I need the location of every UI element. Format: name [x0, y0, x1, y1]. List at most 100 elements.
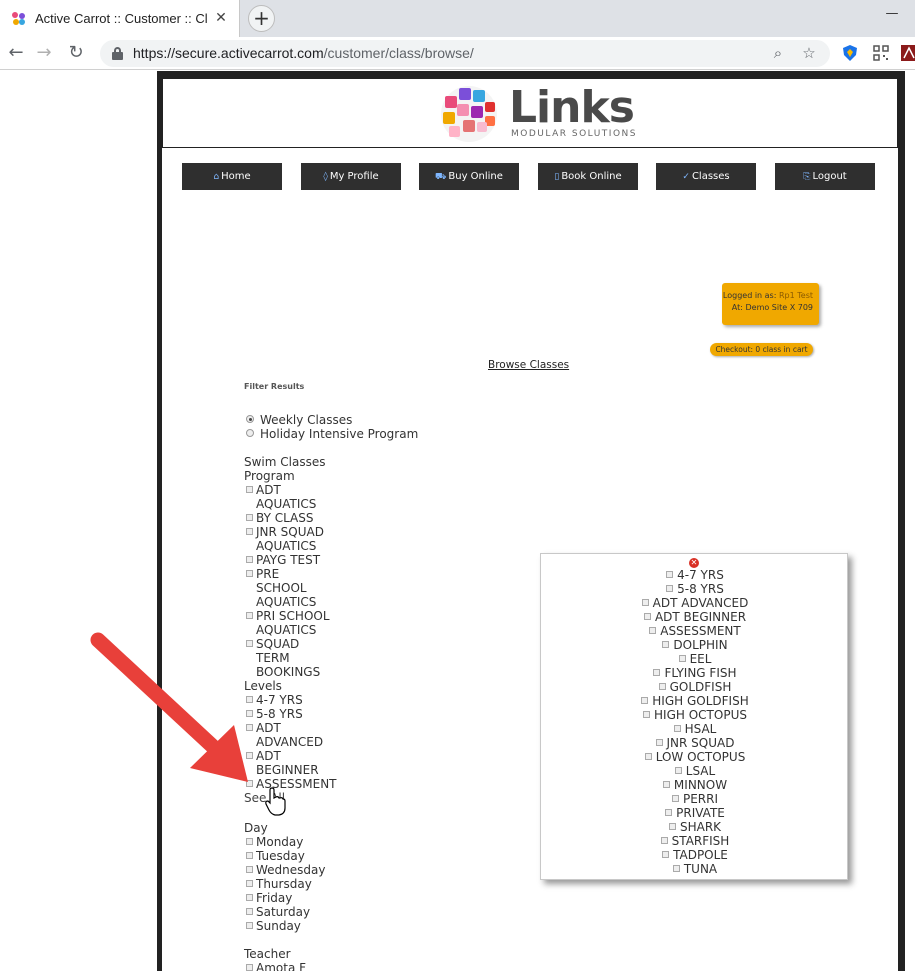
popup-level-item[interactable]: ADT BEGINNER — [541, 610, 849, 624]
level-checkbox-item[interactable]: 5-8 YRS — [244, 707, 364, 721]
popup-level-item[interactable]: 4-7 YRS — [541, 568, 849, 582]
popup-level-item[interactable]: LOW OCTOPUS — [541, 750, 849, 764]
checkbox-icon[interactable] — [674, 767, 682, 774]
popup-level-item[interactable]: EEL — [541, 652, 849, 666]
nav-my-profile-button[interactable]: ◊ My Profile — [301, 163, 401, 190]
radio-checked-icon[interactable] — [246, 415, 254, 423]
checkbox-icon[interactable] — [246, 852, 253, 859]
checkbox-icon[interactable] — [641, 697, 649, 704]
checkbox-icon[interactable] — [246, 752, 253, 759]
program-checkbox-item[interactable]: JNR SQUAD AQUATICS — [244, 525, 324, 553]
day-checkbox-item[interactable]: Monday — [244, 835, 364, 849]
popup-level-item[interactable]: HSAL — [541, 722, 849, 736]
checkbox-icon[interactable] — [662, 781, 670, 788]
close-icon[interactable]: ✕ — [689, 558, 699, 568]
popup-level-item[interactable]: PERRI — [541, 792, 849, 806]
checkbox-icon[interactable] — [246, 838, 253, 845]
popup-level-item[interactable]: DOLPHIN — [541, 638, 849, 652]
level-checkbox-item[interactable]: 4-7 YRS — [244, 693, 364, 707]
program-checkbox-item[interactable]: ADT AQUATICS — [244, 483, 324, 511]
minimize-icon[interactable]: — — [869, 0, 915, 30]
popup-level-item[interactable]: HIGH GOLDFISH — [541, 694, 849, 708]
checkbox-icon[interactable] — [246, 724, 253, 731]
pdf-extension-icon[interactable] — [900, 44, 915, 62]
checkbox-icon[interactable] — [665, 809, 673, 816]
checkbox-icon[interactable] — [673, 725, 681, 732]
checkbox-icon[interactable] — [668, 823, 676, 830]
checkbox-icon[interactable] — [246, 780, 253, 787]
checkbox-icon[interactable] — [246, 528, 253, 535]
checkbox-icon[interactable] — [246, 908, 253, 915]
checkbox-icon[interactable] — [246, 556, 253, 563]
level-checkbox-item[interactable]: ASSESSMENT — [244, 777, 364, 791]
checkbox-icon[interactable] — [246, 486, 253, 493]
program-checkbox-item[interactable]: PRE SCHOOL AQUATICS — [244, 567, 330, 609]
teacher-checkbox-item[interactable]: Amota F — [244, 961, 364, 971]
program-checkbox-item[interactable]: PRI SCHOOL AQUATICS — [244, 609, 330, 637]
back-icon[interactable]: ← — [4, 41, 28, 65]
day-checkbox-item[interactable]: Tuesday — [244, 849, 364, 863]
checkbox-icon[interactable] — [653, 669, 661, 676]
program-checkbox-item[interactable]: BY CLASS — [244, 511, 364, 525]
checkbox-icon[interactable] — [655, 739, 663, 746]
popup-level-item[interactable]: PRIVATE — [541, 806, 849, 820]
nav-classes-button[interactable]: ✓ Classes — [656, 163, 756, 190]
popup-level-item[interactable]: GOLDFISH — [541, 680, 849, 694]
popup-level-item[interactable]: ADT ADVANCED — [541, 596, 849, 610]
day-checkbox-item[interactable]: Sunday — [244, 919, 364, 933]
checkbox-icon[interactable] — [246, 880, 253, 887]
popup-level-item[interactable]: JNR SQUAD — [541, 736, 849, 750]
qr-extension-icon[interactable] — [872, 44, 890, 62]
day-checkbox-item[interactable]: Thursday — [244, 877, 364, 891]
logged-in-user-link[interactable]: Rp1 Test — [779, 291, 813, 300]
radio-holiday-intensive[interactable]: Holiday Intensive Program — [246, 427, 418, 441]
checkbox-icon[interactable] — [644, 753, 652, 760]
program-checkbox-item[interactable]: PAYG TEST — [244, 553, 364, 567]
nav-logout-button[interactable]: ⎘ Logout — [775, 163, 875, 190]
checkbox-icon[interactable] — [649, 627, 657, 634]
checkbox-icon[interactable] — [671, 795, 679, 802]
radio-weekly-classes[interactable]: Weekly Classes — [246, 413, 352, 427]
checkbox-icon[interactable] — [246, 640, 253, 647]
checkbox-icon[interactable] — [678, 655, 686, 662]
radio-unchecked-icon[interactable] — [246, 429, 254, 437]
day-checkbox-item[interactable]: Wednesday — [244, 863, 364, 877]
popup-level-item[interactable]: STARFISH — [541, 834, 849, 848]
checkbox-icon[interactable] — [246, 514, 253, 521]
nav-book-online-button[interactable]: ▯ Book Online — [538, 163, 638, 190]
popup-level-item[interactable]: 5-8 YRS — [541, 582, 849, 596]
nav-buy-online-button[interactable]: ⛟ Buy Online — [419, 163, 519, 190]
new-tab-button[interactable]: + — [248, 5, 275, 32]
program-checkbox-item[interactable]: SQUAD TERM BOOKINGS — [244, 637, 320, 679]
checkbox-icon[interactable] — [246, 964, 253, 971]
checkbox-icon[interactable] — [246, 866, 253, 873]
popup-level-item[interactable]: TUNA — [541, 862, 849, 876]
checkbox-icon[interactable] — [660, 837, 668, 844]
nav-home-button[interactable]: ⌂ Home — [182, 163, 282, 190]
day-checkbox-item[interactable]: Saturday — [244, 905, 364, 919]
checkbox-icon[interactable] — [662, 641, 670, 648]
checkbox-icon[interactable] — [643, 613, 651, 620]
checkbox-icon[interactable] — [246, 612, 253, 619]
browser-tab[interactable]: Active Carrot :: Customer :: Class ✕ — [0, 0, 240, 37]
reload-icon[interactable]: ↻ — [64, 41, 88, 65]
popup-level-item[interactable]: FLYING FISH — [541, 666, 849, 680]
checkbox-icon[interactable] — [643, 711, 651, 718]
popup-level-item[interactable]: SHARK — [541, 820, 849, 834]
level-checkbox-item[interactable]: ADT BEGINNER — [244, 749, 324, 777]
checkbox-icon[interactable] — [672, 865, 680, 872]
popup-level-item[interactable]: HIGH OCTOPUS — [541, 708, 849, 722]
checkbox-icon[interactable] — [246, 894, 253, 901]
day-checkbox-item[interactable]: Friday — [244, 891, 364, 905]
checkbox-icon[interactable] — [666, 585, 674, 592]
shield-extension-icon[interactable] — [841, 44, 859, 62]
popup-level-item[interactable]: MINNOW — [541, 778, 849, 792]
checkbox-icon[interactable] — [658, 683, 666, 690]
checkbox-icon[interactable] — [246, 710, 253, 717]
forward-icon[interactable]: → — [32, 41, 56, 65]
see-all-link[interactable]: See All — [244, 791, 364, 805]
popup-level-item[interactable]: TADPOLE — [541, 848, 849, 862]
checkbox-icon[interactable] — [662, 851, 670, 858]
popup-level-item[interactable]: LSAL — [541, 764, 849, 778]
zoom-icon[interactable]: ⌕ — [768, 43, 788, 63]
